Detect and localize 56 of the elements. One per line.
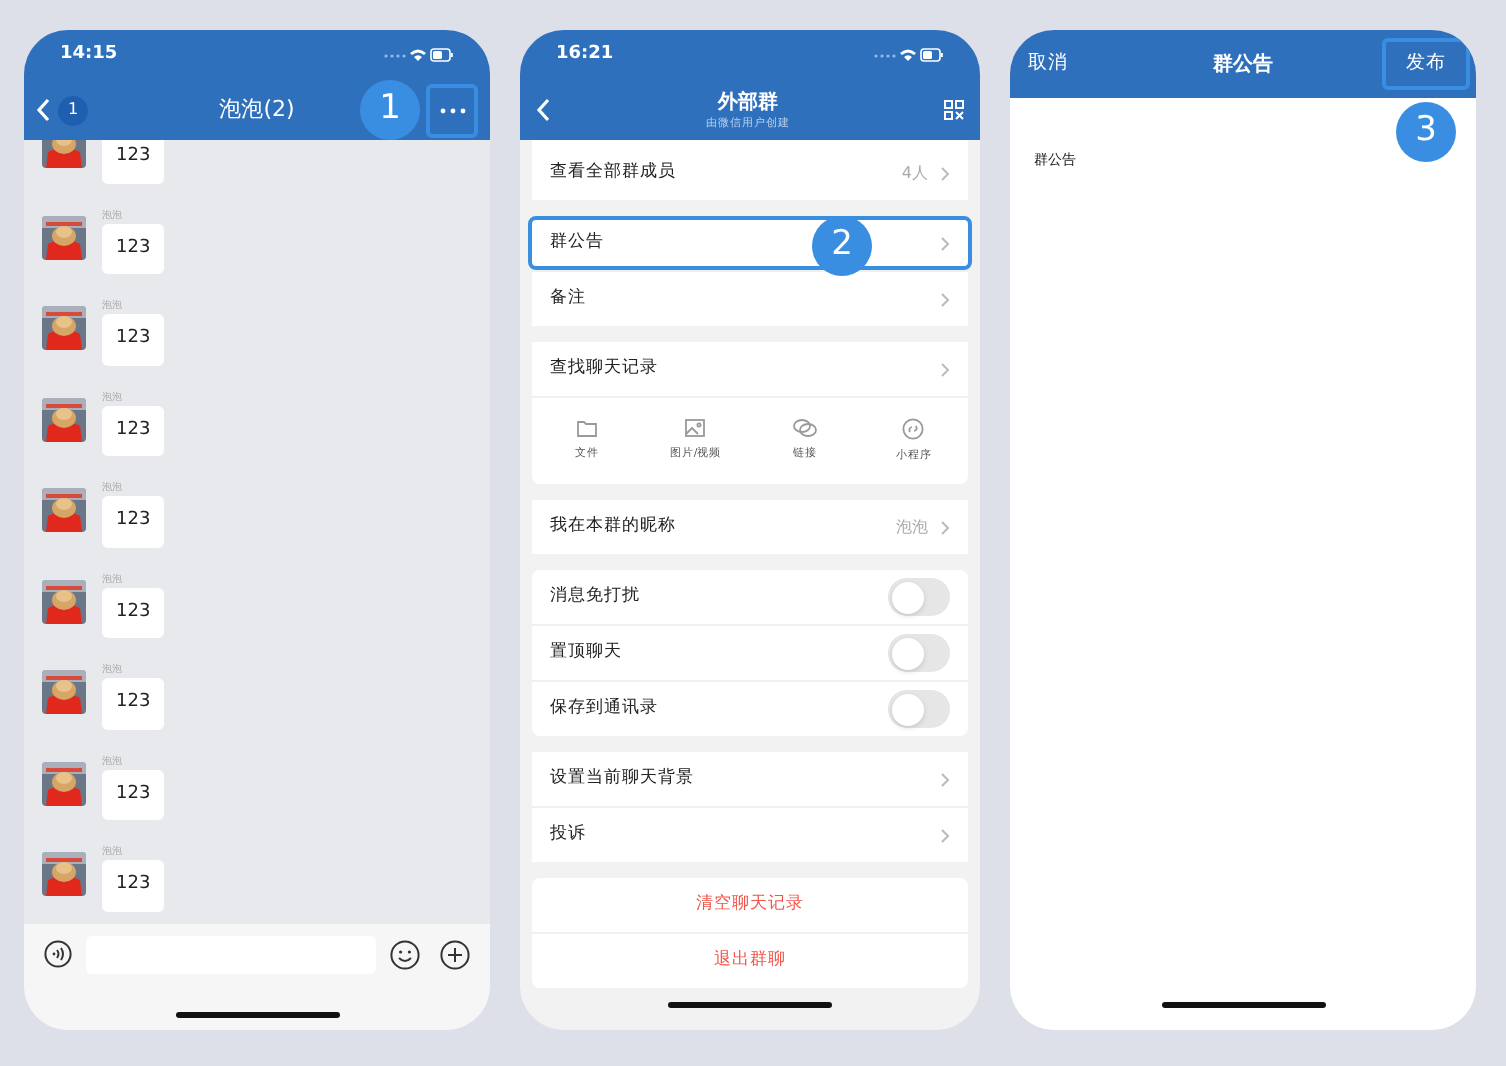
message-bubble: 123 xyxy=(102,314,165,365)
row-label: 查看全部群成员 xyxy=(550,160,676,186)
row-label: 设置当前聊天背景 xyxy=(550,766,694,792)
message-bubble: 123 xyxy=(102,769,165,820)
row-value: 泡泡 xyxy=(896,515,928,539)
status-time: 14:15 xyxy=(60,41,118,68)
chevron-icon xyxy=(940,235,950,251)
unread-badge: 1 xyxy=(58,95,88,125)
image-icon xyxy=(684,418,707,439)
status-time: 16:21 xyxy=(556,41,614,68)
status-icons xyxy=(382,46,454,64)
row-label: 群公告 xyxy=(550,230,604,256)
screen-title: 外部群 xyxy=(718,89,778,115)
chevron-icon xyxy=(940,165,950,181)
toggle-switch[interactable] xyxy=(888,690,950,728)
row-value: 4人 xyxy=(901,161,928,185)
chevron-icon xyxy=(940,361,950,377)
row-label: 投诉 xyxy=(550,822,586,848)
more-icon xyxy=(439,107,465,113)
folder-icon xyxy=(575,418,598,439)
message-bubble: 123 xyxy=(102,496,165,547)
toggle-switch[interactable] xyxy=(888,634,950,672)
message-bubble: 123 xyxy=(102,860,165,911)
miniapp-icon xyxy=(902,417,925,440)
qr-code-icon[interactable] xyxy=(944,100,964,120)
row-label: 置顶聊天 xyxy=(550,640,622,666)
row-label: 我在本群的昵称 xyxy=(550,514,676,540)
chevron-icon xyxy=(940,519,950,535)
step-badge: 3 xyxy=(1396,102,1456,162)
chevron-icon xyxy=(940,771,950,787)
message-bubble: 123 xyxy=(102,587,165,638)
danger-action[interactable]: 退出群聊 xyxy=(714,948,786,974)
toggle-switch[interactable] xyxy=(888,578,950,616)
back-icon[interactable] xyxy=(536,98,552,122)
settings-row[interactable]: 我在本群的昵称 泡泡 xyxy=(532,500,968,554)
status-icons xyxy=(872,46,944,64)
row-label: 备注 xyxy=(550,286,586,312)
message-bubble: 123 xyxy=(102,223,165,274)
row-label: 保存到通讯录 xyxy=(550,696,658,722)
link-icon xyxy=(791,418,818,439)
chevron-icon xyxy=(940,291,950,307)
voice-icon[interactable] xyxy=(44,940,72,968)
danger-action[interactable]: 清空聊天记录 xyxy=(696,892,804,918)
emoji-icon[interactable] xyxy=(390,939,420,969)
plus-icon[interactable] xyxy=(440,939,470,969)
chat-title: 泡泡(2) xyxy=(219,93,295,126)
cancel-button[interactable]: 取消 xyxy=(1028,49,1068,79)
message-bubble: 123 xyxy=(102,678,165,729)
message-bubble: 123 xyxy=(102,405,165,456)
publish-button[interactable]: 发布 xyxy=(1382,38,1470,90)
screen-title: 群公告 xyxy=(1213,51,1273,79)
row-label: 查找聊天记录 xyxy=(550,356,658,382)
chevron-icon xyxy=(940,827,950,843)
row-label: 消息免打扰 xyxy=(550,584,640,610)
message-bubble: 123 xyxy=(102,140,165,183)
back-icon[interactable] xyxy=(36,98,52,122)
